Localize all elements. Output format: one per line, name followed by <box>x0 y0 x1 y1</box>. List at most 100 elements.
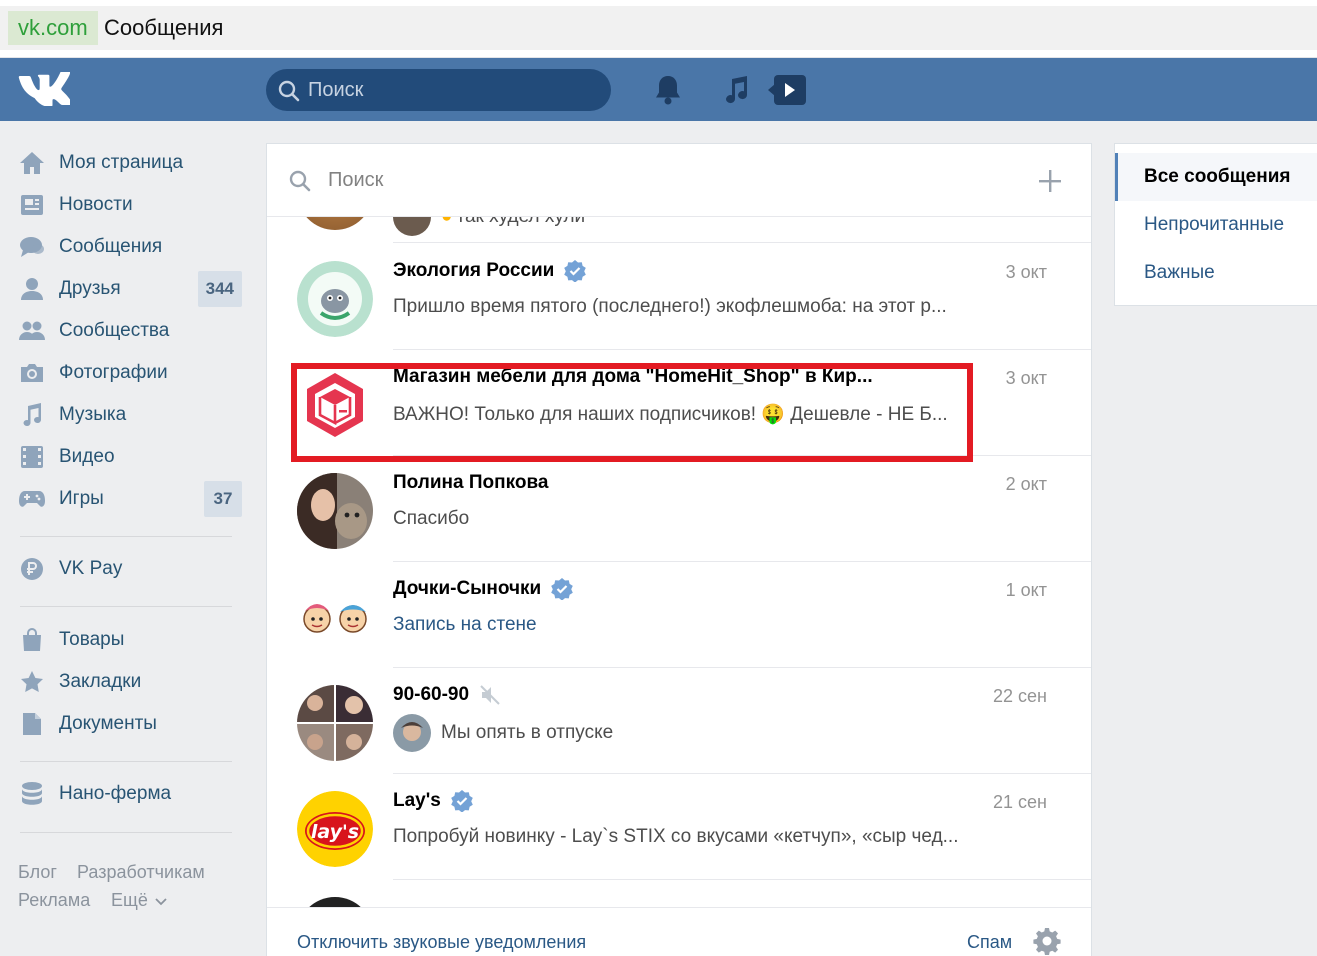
chevron-down-icon[interactable] <box>155 897 167 907</box>
footer-link-more[interactable]: Ещё <box>111 890 148 911</box>
dialog-name: Экология России <box>393 260 555 281</box>
sidebar-item-documents[interactable]: Документы <box>18 707 244 741</box>
sidebar-item-games[interactable]: Игры 37 <box>18 481 244 517</box>
home-icon <box>20 152 44 174</box>
filter-important[interactable]: Важные <box>1115 249 1317 297</box>
avatar-group-chat <box>297 685 373 761</box>
sidebar-item-music[interactable]: Музыка <box>18 398 244 432</box>
sidebar-item-label: Видео <box>59 446 115 467</box>
address-domain: vk.com <box>8 11 98 45</box>
address-page-title: Сообщения <box>104 15 224 40</box>
sidebar-item-label: Закладки <box>59 671 142 692</box>
dialog-preview: Спасибо <box>393 508 470 529</box>
messages-search-bar: Поиск <box>267 144 1091 217</box>
emoji-face-icon: ● <box>441 217 452 228</box>
address-field[interactable]: vk.com Сообщения <box>0 6 1317 50</box>
music-note-icon[interactable] <box>722 76 750 104</box>
bell-icon[interactable] <box>654 74 682 106</box>
header-search-input[interactable]: Поиск <box>266 69 611 111</box>
sidebar-item-video[interactable]: Видео <box>18 440 244 474</box>
avatar <box>297 897 373 907</box>
sidebar-divider <box>20 606 232 607</box>
dialog-row-90-60-90[interactable]: 90-60-90 22 сен Мы опять в отпуске <box>267 668 1091 774</box>
filter-all-messages[interactable]: Все сообщения <box>1115 153 1317 201</box>
vk-logo-icon[interactable] <box>18 72 70 106</box>
avatar-ecology-russia <box>297 261 373 337</box>
sidebar-item-photos[interactable]: Фотографии <box>18 356 244 390</box>
sidebar-item-bookmarks[interactable]: Закладки <box>18 665 244 699</box>
avatar-polina-popkova <box>297 473 373 549</box>
dialog-list: ● так худел хули Экология России 3 окт П… <box>267 217 1091 907</box>
dialog-date: 21 сен <box>993 792 1047 812</box>
sidebar-item-messages[interactable]: Сообщения <box>18 230 244 264</box>
verified-icon <box>451 790 473 812</box>
dialog-row-lays[interactable]: lay's Lay's 21 сен Попробуй новинку - La… <box>267 774 1091 880</box>
avatar-lays: lay's <box>297 791 373 867</box>
svg-text:lay's: lay's <box>311 821 359 843</box>
sidebar-divider <box>20 761 232 762</box>
sidebar-item-goods[interactable]: Товары <box>18 623 244 657</box>
spam-link[interactable]: Спам <box>967 932 1012 953</box>
dialog-row-polina-popkova[interactable]: Полина Попкова 2 окт Спасибо <box>267 456 1091 562</box>
friends-count-badge: 344 <box>197 271 242 307</box>
dialog-row-dochki-synochki[interactable]: Дочки-Сыночки 1 окт Запись на стене <box>267 562 1091 668</box>
mini-avatar <box>393 217 431 236</box>
sidebar-item-label: VK Pay <box>59 558 123 579</box>
dialog-preview: ● так худел хули <box>393 217 585 236</box>
sidebar-item-friends[interactable]: Друзья 344 <box>18 271 244 307</box>
sidebar-item-label: Музыка <box>59 404 127 425</box>
sidebar-item-label: Товары <box>59 629 125 650</box>
dialog-row[interactable] <box>267 880 1091 907</box>
messages-icon <box>20 237 44 257</box>
sidebar-item-communities[interactable]: Сообщества <box>18 314 244 348</box>
mini-avatar <box>393 714 431 752</box>
sidebar-item-news[interactable]: Новости <box>18 188 244 222</box>
music-icon <box>23 403 41 426</box>
dialog-row[interactable]: ● так худел хули <box>267 217 1091 243</box>
search-icon <box>289 170 311 192</box>
search-icon <box>278 80 300 102</box>
dialog-row-ecology-russia[interactable]: Экология России 3 окт Пришло время пятог… <box>267 244 1091 350</box>
sidebar-item-label: Друзья <box>59 278 121 299</box>
play-icon[interactable] <box>768 75 806 105</box>
new-message-plus-icon[interactable] <box>1037 168 1063 194</box>
messages-search-input[interactable]: Поиск <box>328 144 383 217</box>
dialog-date: 1 окт <box>1005 580 1047 600</box>
sidebar-divider <box>20 832 232 833</box>
dialog-row-homehit-shop[interactable]: Магазин мебели для дома "HomeHit_Shop" в… <box>267 350 1091 456</box>
ruble-icon <box>21 558 43 580</box>
footer-link-blog[interactable]: Блог <box>18 862 57 883</box>
video-icon <box>21 446 43 468</box>
sidebar-item-vkpay[interactable]: VK Pay <box>18 552 244 586</box>
gear-icon[interactable] <box>1033 927 1061 955</box>
star-icon <box>21 671 43 692</box>
dialog-preview-wall-post-link[interactable]: Запись на стене <box>393 614 537 636</box>
document-icon <box>23 713 41 735</box>
bag-icon <box>23 628 41 651</box>
gamepad-icon <box>19 491 45 507</box>
vk-header: Поиск <box>0 58 1317 121</box>
sidebar-item-label: Сообщения <box>59 236 163 257</box>
friends-icon <box>21 278 43 300</box>
sidebar-item-my-page[interactable]: Моя страница <box>18 146 244 180</box>
dialog-preview: Мы опять в отпуске <box>393 714 613 752</box>
dialog-preview: Попробуй новинку - Lay`s STIX со вкусами… <box>393 826 959 847</box>
dialog-name: Дочки-Сыночки <box>393 578 542 599</box>
footer-link-ads[interactable]: Реклама <box>18 890 90 911</box>
dialog-date: 3 окт <box>1005 368 1047 388</box>
dialog-date: 22 сен <box>993 686 1047 706</box>
header-search-placeholder: Поиск <box>308 79 364 101</box>
dialog-name: 90-60-90 <box>393 684 470 705</box>
sidebar-item-nano-farm[interactable]: Нано-ферма <box>18 777 244 811</box>
filter-unread[interactable]: Непрочитанные <box>1115 201 1317 249</box>
disable-sound-notifications-link[interactable]: Отключить звуковые уведомления <box>297 932 586 953</box>
avatar <box>297 217 373 230</box>
messages-filter-panel: Все сообщения Непрочитанные Важные <box>1114 143 1317 306</box>
sidebar-item-label: Новости <box>59 194 133 215</box>
muted-speaker-icon <box>480 685 500 705</box>
browser-address-bar: vk.com Сообщения <box>0 0 1317 58</box>
sidebar-item-label: Нано-ферма <box>59 783 172 804</box>
verified-icon <box>551 578 574 600</box>
footer-link-developers[interactable]: Разработчикам <box>77 862 205 883</box>
sidebar-item-label: Моя страница <box>59 152 184 173</box>
